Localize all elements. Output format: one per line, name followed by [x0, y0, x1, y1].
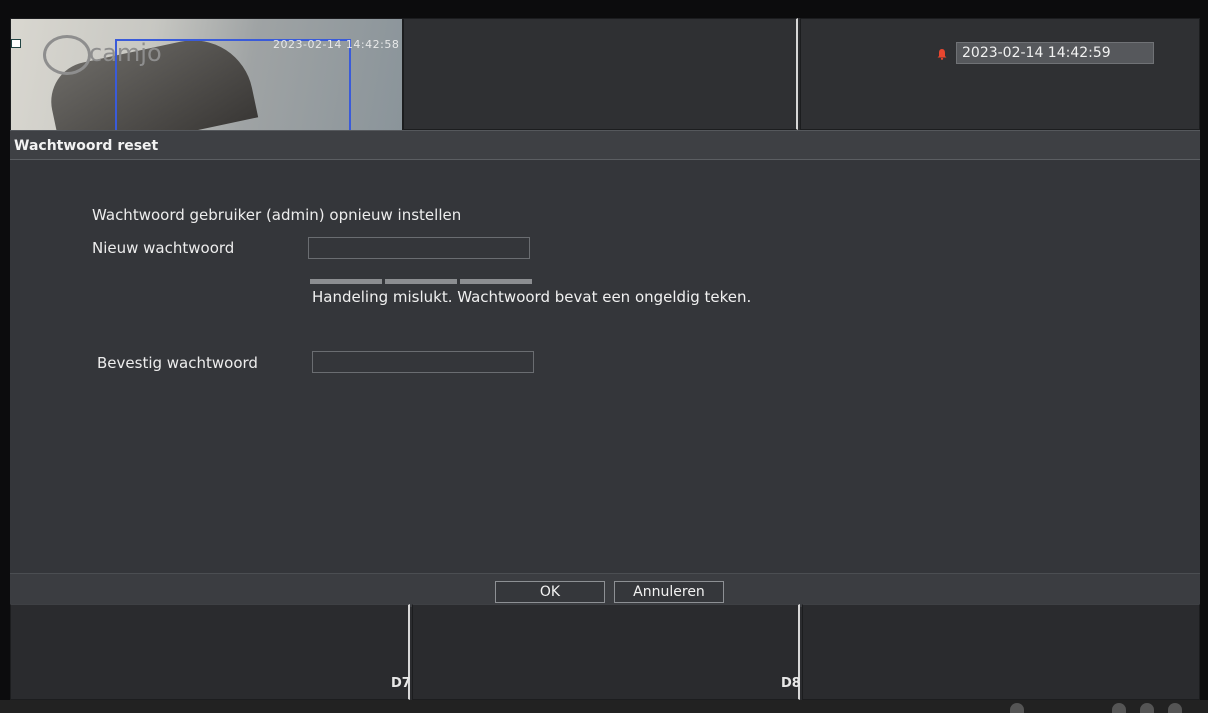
- dialog-subtitle: Wachtwoord gebruiker (admin) opnieuw ins…: [92, 206, 462, 224]
- camera-tile-d8[interactable]: D8: [781, 604, 1200, 700]
- dialog-title: Wachtwoord reset: [14, 138, 159, 154]
- bell-alarm-icon[interactable]: [936, 48, 948, 60]
- monitor-button: [1010, 703, 1024, 713]
- motion-detection-box: [115, 39, 351, 132]
- nvr-screen: camjo 2023-02-14 14:42:58 2023-02-14 14:…: [10, 18, 1200, 700]
- camera-timestamp: 2023-02-14 14:42:58: [273, 38, 400, 51]
- camera-tile-d6[interactable]: [10, 604, 410, 700]
- password-strength-segment-1: [310, 279, 382, 284]
- camera-tile-d7[interactable]: D7: [391, 604, 800, 700]
- monitor-button: [1168, 703, 1182, 713]
- password-strength-segment-2: [385, 279, 457, 284]
- channel-label-d7: D7: [391, 676, 411, 691]
- channel-flag-icon: [11, 39, 21, 48]
- monitor-bezel: camjo 2023-02-14 14:42:58 2023-02-14 14:…: [0, 0, 1208, 713]
- channel-label-d8: D8: [781, 676, 801, 691]
- monitor-bottom-edge: [0, 700, 1208, 713]
- system-datetime: 2023-02-14 14:42:59: [956, 42, 1154, 64]
- dialog-button-bar: OK Annuleren: [10, 573, 1200, 607]
- dialog-header: Wachtwoord reset: [10, 131, 1200, 160]
- confirm-password-label: Bevestig wachtwoord: [97, 354, 258, 372]
- new-password-label: Nieuw wachtwoord: [92, 239, 235, 257]
- password-strength-segment-3: [460, 279, 532, 284]
- camera-tile-2[interactable]: [403, 18, 798, 130]
- camera-logo-mark: [43, 35, 91, 75]
- password-reset-dialog: Wachtwoord reset Wachtwoord gebruiker (a…: [10, 130, 1200, 620]
- error-message: Handeling mislukt. Wachtwoord bevat een …: [312, 288, 752, 306]
- cancel-button[interactable]: Annuleren: [614, 581, 724, 603]
- datetime-text: 2023-02-14 14:42:59: [962, 45, 1111, 61]
- camera-tile-1[interactable]: camjo 2023-02-14 14:42:58: [10, 18, 403, 133]
- confirm-password-input[interactable]: [312, 351, 534, 373]
- ok-button[interactable]: OK: [495, 581, 605, 603]
- monitor-button: [1112, 703, 1126, 713]
- camera-tile-3[interactable]: [800, 18, 1200, 130]
- monitor-button: [1140, 703, 1154, 713]
- new-password-input[interactable]: [308, 237, 530, 259]
